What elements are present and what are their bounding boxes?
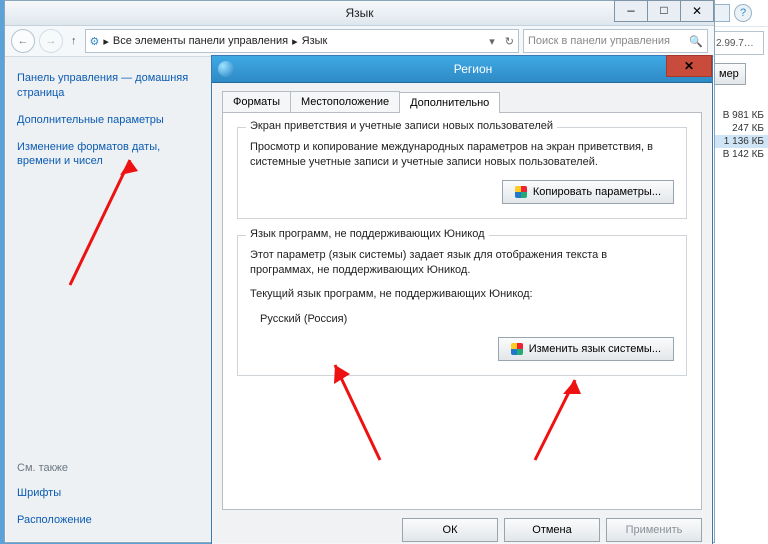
peek-breadcrumb[interactable]: 2.99.7… [712, 31, 764, 55]
background-explorer-strip: ? 2.99.7… мер В 981 КБ 247 КБ 1 136 КБ В… [707, 0, 768, 544]
window-title: Язык [5, 6, 714, 20]
sidebar-link-home[interactable]: Панель управления — домашняя страница [17, 71, 199, 101]
current-locale-label: Текущий язык программ, не поддерживающих… [250, 287, 674, 302]
region-tabs: Форматы Местоположение Дополнительно [212, 83, 712, 112]
sidebar: Панель управления — домашняя страница До… [5, 57, 211, 542]
region-dialog: Регион ✕ Форматы Местоположение Дополнит… [211, 55, 713, 544]
copy-settings-button[interactable]: Копировать параметры... [502, 180, 674, 204]
group-welcome-screen: Экран приветствия и учетные записи новых… [237, 127, 687, 219]
sidebar-link-location[interactable]: Расположение [17, 513, 199, 528]
current-locale-value: Русский (Россия) [250, 312, 674, 327]
address-breadcrumb[interactable]: ⚙ ▸ Все элементы панели управления ▸ Язы… [85, 29, 520, 53]
group-legend: Экран приветствия и учетные записи новых… [246, 120, 557, 132]
sidebar-link-fonts[interactable]: Шрифты [17, 486, 199, 501]
cancel-button[interactable]: Отмена [504, 518, 600, 542]
apply-button[interactable]: Применить [606, 518, 702, 542]
up-button[interactable]: ↑ [67, 35, 81, 47]
group-non-unicode: Язык программ, не поддерживающих Юникод … [237, 235, 687, 376]
help-icon[interactable]: ? [734, 4, 752, 22]
maximize-button[interactable]: □ [647, 0, 681, 22]
refresh-icon[interactable]: ↻ [499, 35, 514, 48]
search-icon: 🔍 [689, 35, 703, 48]
peek-button[interactable]: мер [712, 63, 746, 85]
globe-icon [218, 61, 234, 77]
file-size: В 142 КБ [708, 148, 768, 161]
breadcrumb-root[interactable]: Все элементы панели управления [113, 35, 288, 47]
tab-advanced[interactable]: Дополнительно [399, 92, 500, 113]
breadcrumb-dropdown-icon[interactable]: ▾ [489, 35, 495, 48]
uac-shield-icon [511, 343, 523, 355]
forward-button[interactable]: → [39, 29, 63, 53]
language-titlebar: Язык — □ ✕ [5, 1, 714, 26]
ok-button[interactable]: ОК [402, 518, 498, 542]
tab-formats[interactable]: Форматы [222, 91, 291, 112]
see-also-label: См. также [17, 462, 199, 474]
file-size: 1 136 КБ [708, 135, 768, 148]
region-title: Регион [234, 62, 712, 76]
tab-location[interactable]: Местоположение [290, 91, 400, 112]
region-titlebar[interactable]: Регион ✕ [212, 56, 712, 83]
file-size: 247 КБ [708, 122, 768, 135]
breadcrumb-sep: ▸ [103, 35, 109, 48]
sidebar-link-advanced[interactable]: Дополнительные параметры [17, 113, 199, 128]
search-box[interactable]: Поиск в панели управления 🔍 [523, 29, 708, 53]
search-placeholder: Поиск в панели управления [528, 35, 689, 47]
group-legend: Язык программ, не поддерживающих Юникод [246, 228, 489, 240]
dialog-button-row: ОК Отмена Применить [212, 510, 712, 544]
sidebar-link-datetime-formats[interactable]: Изменение форматов даты, времени и чисел [17, 140, 199, 170]
nav-toolbar: ← → ↑ ⚙ ▸ Все элементы панели управления… [5, 26, 714, 57]
group-desc: Этот параметр (язык системы) задает язык… [250, 248, 674, 278]
control-panel-icon: ⚙ [90, 35, 100, 48]
region-close-button[interactable]: ✕ [666, 55, 712, 77]
file-size: В 981 КБ [708, 109, 768, 122]
breadcrumb-sep: ▸ [292, 35, 298, 48]
change-system-locale-button[interactable]: Изменить язык системы... [498, 337, 674, 361]
close-button[interactable]: ✕ [680, 0, 714, 22]
tab-advanced-page: Экран приветствия и учетные записи новых… [222, 112, 702, 510]
breadcrumb-leaf[interactable]: Язык [302, 35, 328, 47]
minimize-button[interactable]: — [614, 0, 648, 22]
uac-shield-icon [515, 186, 527, 198]
peek-header: ? [708, 0, 768, 27]
back-button[interactable]: ← [11, 29, 35, 53]
group-desc: Просмотр и копирование международных пар… [250, 140, 674, 170]
